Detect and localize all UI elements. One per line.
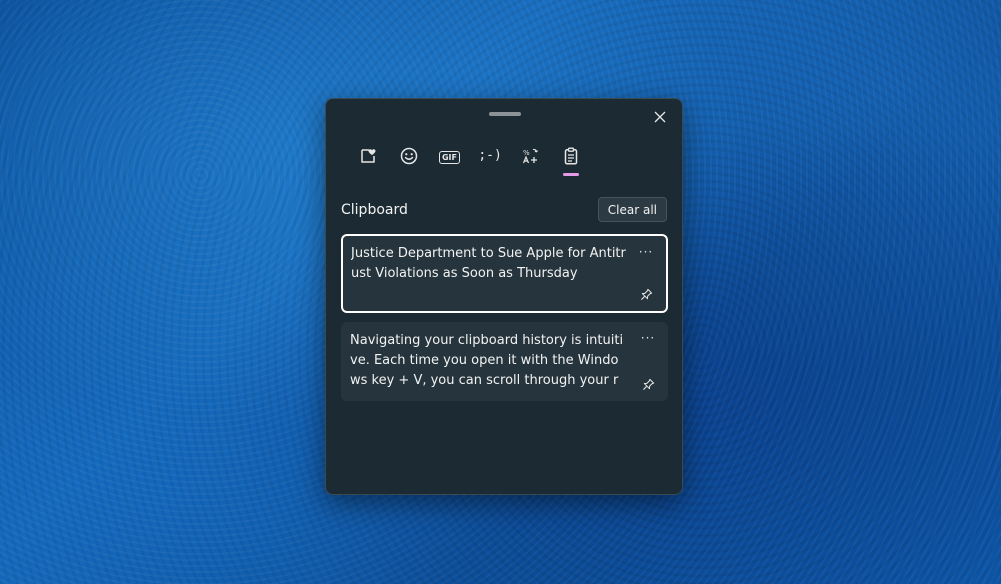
more-icon: ··· — [640, 331, 656, 345]
svg-text:%: % — [523, 149, 530, 157]
heart-note-icon — [361, 149, 376, 163]
pin-button[interactable] — [636, 285, 656, 303]
tab-bar: GIF ;-) % — [348, 143, 592, 179]
close-button[interactable] — [648, 105, 672, 129]
clipboard-item-text: Justice Department to Sue Apple for Anti… — [351, 246, 626, 281]
tab-kaomoji[interactable]: ;-) — [470, 143, 511, 179]
section-title: Clipboard — [341, 202, 408, 218]
close-icon — [654, 111, 666, 123]
gif-icon: GIF — [438, 151, 460, 164]
clipboard-icon — [565, 147, 578, 165]
tab-emoji[interactable] — [389, 143, 430, 179]
tab-clipboard[interactable] — [551, 143, 592, 179]
kaomoji-icon: ;-) — [478, 148, 502, 163]
more-icon: ··· — [638, 245, 654, 259]
clipboard-panel: GIF ;-) % Clipboard Clear all Justice De… — [325, 98, 683, 495]
pin-icon — [642, 378, 654, 390]
symbols-icon: % — [522, 148, 538, 164]
clipboard-item[interactable]: Justice Department to Sue Apple for Anti… — [341, 234, 668, 313]
clipboard-item-text: Navigating your clipboard history is int… — [350, 333, 624, 388]
pin-button[interactable] — [638, 375, 658, 393]
clipboard-item[interactable]: Navigating your clipboard history is int… — [341, 322, 668, 401]
smiley-icon — [400, 147, 418, 165]
tab-symbols[interactable]: % — [510, 143, 551, 179]
more-options-button[interactable]: ··· — [636, 244, 656, 260]
more-options-button[interactable]: ··· — [638, 330, 658, 346]
pin-icon — [640, 288, 652, 300]
drag-handle[interactable] — [489, 112, 521, 116]
tab-recently-used[interactable] — [348, 143, 389, 179]
tab-gif[interactable]: GIF — [429, 143, 470, 179]
clear-all-button[interactable]: Clear all — [597, 197, 667, 222]
